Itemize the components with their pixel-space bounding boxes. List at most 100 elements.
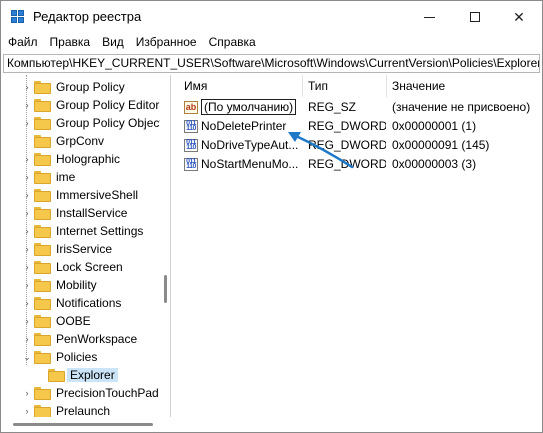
tree-item-label: Holographic bbox=[56, 152, 121, 166]
key-tree-pane[interactable]: › Group Policy › Group Policy Editor › Group … bbox=[3, 75, 171, 417]
tree-scroll-thumb[interactable] bbox=[164, 275, 167, 303]
chevron-right-icon[interactable]: › bbox=[21, 171, 33, 183]
tree-item-label: Group Policy Objects bbox=[56, 116, 169, 130]
value-row[interactable]: 011 110 NoStartMenuMo... REG_DWORD 0x0000000… bbox=[174, 155, 540, 174]
chevron-right-icon[interactable]: › bbox=[21, 189, 33, 201]
chevron-right-icon[interactable]: › bbox=[21, 225, 33, 237]
tree-item[interactable]: › PenWorkspace bbox=[21, 330, 138, 348]
tree-item[interactable]: › Lock Screen bbox=[21, 258, 123, 276]
tree-item-label: Prelaunch bbox=[56, 404, 111, 417]
chevron-right-icon[interactable]: › bbox=[21, 81, 33, 93]
tree-item[interactable]: › OOBE bbox=[21, 312, 91, 330]
folder-icon bbox=[34, 80, 51, 94]
value-name-text: NoDeletePrinter bbox=[201, 119, 287, 133]
chevron-right-icon[interactable]: › bbox=[21, 405, 33, 417]
tree-item-label: OOBE bbox=[56, 314, 91, 328]
tree-item-label: Internet Settings bbox=[56, 224, 144, 238]
tree-item[interactable]: › Group Policy Objects bbox=[21, 114, 169, 132]
value-row[interactable]: ab (По умолчанию) REG_SZ (значение не присв… bbox=[174, 98, 540, 117]
menu-file[interactable]: Файл bbox=[1, 33, 44, 53]
value-row[interactable]: 011 110 NoDriveTypeAut... REG_DWORD 0x000000… bbox=[174, 136, 540, 155]
values-pane[interactable]: Имя Тип Значение ab (По умолчанию) REG_SZ (… bbox=[174, 75, 540, 431]
chevron-right-icon[interactable]: › bbox=[21, 243, 33, 255]
column-header-name[interactable]: Имя bbox=[184, 75, 207, 97]
tree-item[interactable]: › IrisService bbox=[21, 240, 113, 258]
folder-icon bbox=[34, 332, 51, 346]
chevron-right-icon[interactable]: › bbox=[21, 153, 33, 165]
folder-icon bbox=[34, 206, 51, 220]
value-data: 0x00000091 (145) bbox=[392, 138, 490, 152]
tree-item[interactable]: › Mobility bbox=[21, 276, 97, 294]
folder-icon bbox=[34, 242, 51, 256]
value-data: 0x00000001 (1) bbox=[392, 119, 477, 133]
chevron-right-icon[interactable]: › bbox=[21, 99, 33, 111]
tree-item-label: Mobility bbox=[56, 278, 97, 292]
tree-item-label: ime bbox=[56, 170, 76, 184]
tree-item[interactable]: › ime bbox=[21, 168, 76, 186]
column-header-value[interactable]: Значение bbox=[392, 75, 445, 97]
binary-value-icon: 011 110 bbox=[184, 158, 198, 171]
menu-view[interactable]: Вид bbox=[96, 33, 130, 53]
maximize-icon bbox=[470, 12, 480, 22]
tree-item[interactable]: GrpConv bbox=[21, 132, 104, 150]
annotation-arrow-icon bbox=[288, 132, 354, 169]
chevron-right-icon[interactable]: › bbox=[21, 297, 33, 309]
chevron-right-icon[interactable]: › bbox=[21, 315, 33, 327]
tree-item[interactable]: ⌄ Policies bbox=[21, 348, 97, 366]
chevron-right-icon[interactable]: › bbox=[21, 117, 33, 129]
chevron-down-icon[interactable]: ⌄ bbox=[21, 351, 33, 363]
binary-value-icon: 011 110 bbox=[184, 139, 198, 152]
tree-item-label: InstallService bbox=[56, 206, 128, 220]
chevron-right-icon[interactable]: › bbox=[21, 279, 33, 291]
chevron-right-icon[interactable]: › bbox=[21, 261, 33, 273]
tree-vertical-scrollbar[interactable] bbox=[160, 75, 170, 417]
title-bar[interactable]: Редактор реестра ✕ bbox=[1, 1, 542, 33]
tree-item[interactable]: › ImmersiveShell bbox=[21, 186, 139, 204]
folder-icon bbox=[34, 260, 51, 274]
tree-item[interactable]: › InstallService bbox=[21, 204, 128, 222]
maximize-button[interactable] bbox=[452, 1, 498, 33]
minimize-button[interactable] bbox=[406, 1, 452, 33]
tree-item[interactable]: › Group Policy Editor bbox=[21, 96, 160, 114]
folder-icon bbox=[34, 314, 51, 328]
column-separator[interactable] bbox=[386, 75, 387, 97]
folder-icon bbox=[34, 350, 51, 364]
close-button[interactable]: ✕ bbox=[496, 1, 542, 33]
tree-item-label: ImmersiveShell bbox=[56, 188, 139, 202]
folder-icon bbox=[34, 296, 51, 310]
folder-icon bbox=[34, 386, 51, 400]
folder-icon bbox=[34, 152, 51, 166]
column-separator[interactable] bbox=[302, 75, 303, 97]
folder-icon bbox=[34, 404, 51, 417]
minimize-icon bbox=[423, 16, 435, 18]
tree-item[interactable]: › Group Policy bbox=[21, 78, 125, 96]
tree-item-label: Policies bbox=[56, 350, 98, 364]
chevron-right-icon[interactable]: › bbox=[21, 333, 33, 345]
value-row[interactable]: 011 110 NoDeletePrinter REG_DWORD 0x00000001… bbox=[174, 117, 540, 136]
menu-help[interactable]: Справка bbox=[203, 33, 262, 53]
folder-icon bbox=[34, 278, 51, 292]
column-header-type[interactable]: Тип bbox=[308, 75, 328, 97]
value-type: REG_SZ bbox=[308, 100, 357, 114]
string-value-icon: ab bbox=[184, 101, 198, 114]
menu-edit[interactable]: Правка bbox=[44, 33, 97, 53]
tree-item-label: Group Policy bbox=[56, 80, 125, 94]
tree-item-label: Lock Screen bbox=[56, 260, 123, 274]
tree-horizontal-scrollbar[interactable] bbox=[3, 417, 171, 431]
menu-favorites[interactable]: Избранное bbox=[130, 33, 203, 53]
chevron-right-icon[interactable]: › bbox=[21, 387, 33, 399]
tree-item[interactable]: › Holographic bbox=[21, 150, 121, 168]
folder-icon bbox=[34, 116, 51, 130]
tree-item[interactable]: › Internet Settings bbox=[21, 222, 144, 240]
tree-item-label: PrecisionTouchPad bbox=[56, 386, 159, 400]
tree-item[interactable]: Explorer bbox=[35, 366, 118, 384]
tree-hscroll-thumb[interactable] bbox=[13, 423, 153, 426]
tree-item[interactable]: › Prelaunch bbox=[21, 402, 110, 417]
tree-item[interactable]: › Notifications bbox=[21, 294, 122, 312]
address-bar[interactable]: Компьютер\HKEY_CURRENT_USER\Software\Mic… bbox=[3, 54, 540, 73]
tree-item[interactable]: › PrecisionTouchPad bbox=[21, 384, 159, 402]
chevron-right-icon[interactable]: › bbox=[21, 207, 33, 219]
value-data: 0x00000003 (3) bbox=[392, 157, 477, 171]
